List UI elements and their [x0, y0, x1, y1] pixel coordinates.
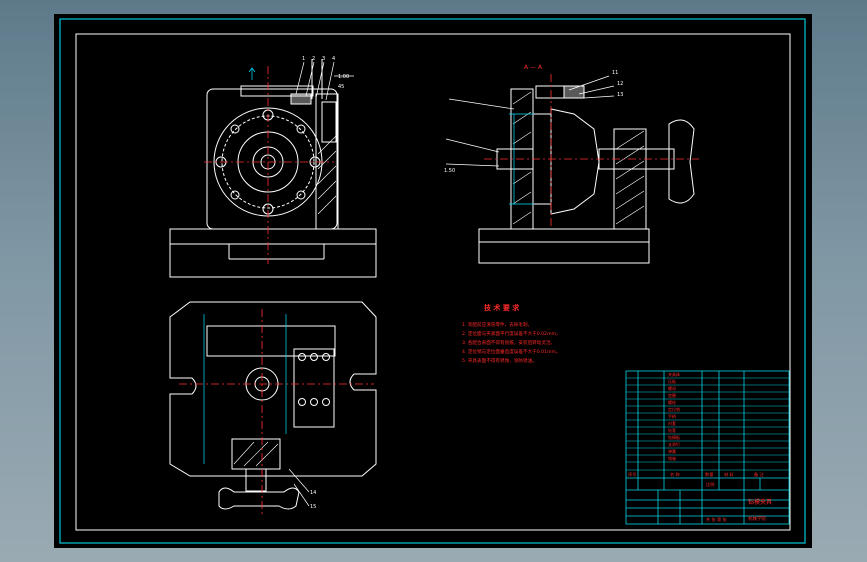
side-callout-11: 11: [612, 70, 618, 76]
note-line-3: 3. 各配合表面不得有划痕，安装后转动灵活。: [462, 339, 555, 346]
bom-row-10: 钻模板: [668, 434, 680, 440]
bom-row-11: 支承钉: [668, 441, 680, 447]
plan-centerlines: [179, 309, 374, 514]
bom-row-7: 手柄: [668, 413, 676, 419]
front-callout-4: 4: [332, 56, 335, 62]
front-callout-1: 1: [302, 56, 305, 62]
notes-title: 技 术 要 求: [484, 303, 520, 312]
header-index: 序号: [628, 471, 636, 478]
front-dimension-1: 1.00: [338, 74, 349, 80]
bom-row-2: 压板: [668, 378, 676, 384]
plan-callout-14: 14: [310, 490, 316, 496]
sheet-label: 共 张 第 张: [706, 516, 728, 523]
plan-callout-15: 15: [310, 504, 316, 510]
drawing-title: 钻模夹具: [748, 498, 772, 506]
side-callout-12: 12: [617, 81, 623, 87]
bom-row-3: 螺母: [668, 385, 676, 391]
header-remark: 备 注: [754, 471, 765, 478]
side-view: [478, 85, 695, 264]
bom-row-13: 销轴: [668, 455, 676, 461]
bom-row-12: 弹簧: [668, 448, 676, 454]
plan-hatch: [233, 441, 279, 467]
bom-row-8: 衬套: [668, 420, 676, 426]
plan-view: [169, 301, 377, 510]
bom-names: 夹具体 压板 螺母 垫圈 螺栓 定位销 手柄 衬套 钻套 钻模板 支承钉 弹簧 …: [668, 371, 680, 461]
note-line-1: 1. 装配前应清洗零件，去除毛刺。: [462, 321, 532, 328]
bom-row-9: 钻套: [668, 427, 676, 433]
cad-viewport[interactable]: 1 2 3 4 1.00 45 A — A 11 12 13 1.50 14 1…: [54, 14, 812, 548]
school-name: 机械学院: [748, 515, 766, 522]
bom-row-1: 夹具体: [668, 371, 680, 377]
front-view: [169, 59, 377, 278]
side-dimension: 1.50: [444, 168, 455, 174]
bom-row-lines: [626, 377, 789, 471]
scale-label: 比例: [706, 481, 714, 488]
inner-border: [75, 33, 791, 531]
front-dimension-2: 45: [338, 84, 344, 90]
header-qty: 数量: [705, 471, 713, 478]
note-line-2: 2. 定位面与夹紧面平行度误差不大于0.02mm。: [462, 330, 561, 337]
bom-row-5: 螺栓: [668, 399, 676, 405]
outer-frame: [59, 18, 806, 544]
title-cells: 钻模夹具 机械学院 比例 共 张 第 张: [706, 481, 772, 523]
header-name: 名 称: [670, 471, 680, 478]
bom-row-4: 垫圈: [668, 392, 676, 398]
plan-leaders: [288, 468, 310, 507]
technical-notes: 技 术 要 求 1. 装配前应清洗零件，去除毛刺。 2. 定位面与夹紧面平行度误…: [462, 303, 561, 364]
section-label: A — A: [524, 64, 543, 71]
bom-row-6: 定位销: [668, 406, 680, 412]
front-dimension-lines: [248, 67, 256, 80]
plan-dimension-lines: [203, 314, 287, 464]
front-callout-3: 3: [322, 56, 325, 62]
header-material: 材 料: [724, 471, 735, 478]
side-callout-13: 13: [617, 92, 623, 98]
note-line-5: 5. 夹具表面不得有锈蚀，涂防锈油。: [462, 357, 537, 364]
front-callout-2: 2: [312, 56, 315, 62]
cad-drawing: 1 2 3 4 1.00 45 A — A 11 12 13 1.50 14 1…: [59, 18, 806, 544]
note-line-4: 4. 定位销与定位面垂直度误差不大于0.01mm。: [462, 348, 561, 355]
